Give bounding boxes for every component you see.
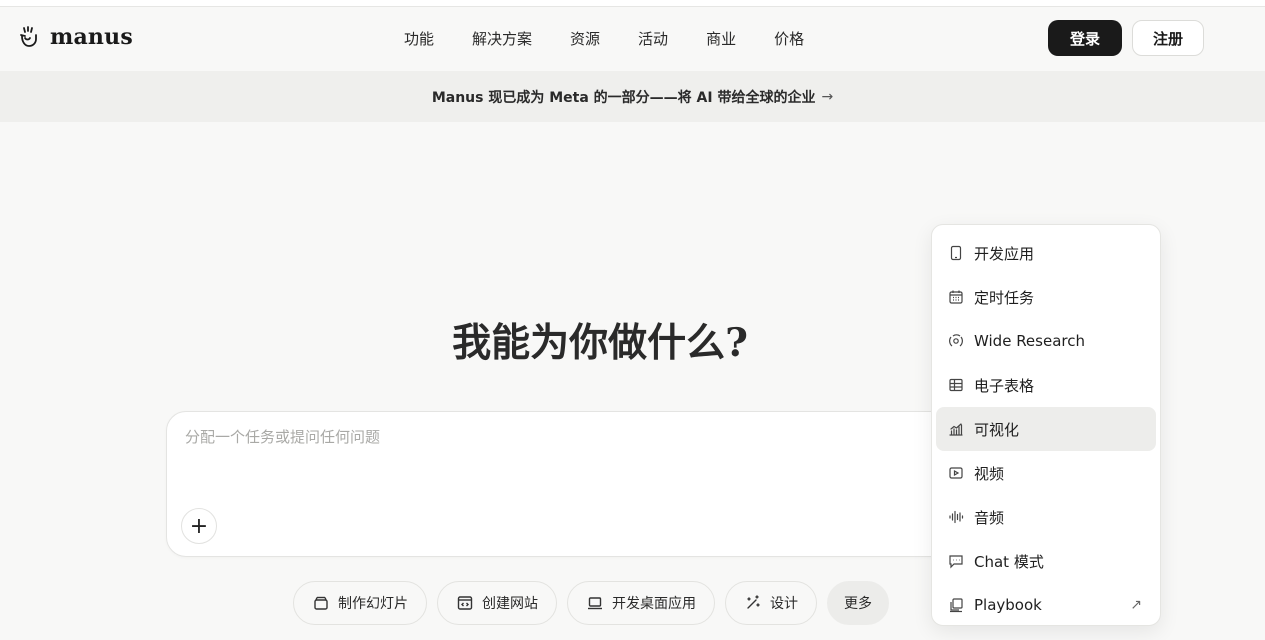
menu-item-label: 定时任务: [974, 288, 1035, 307]
brand-name: manus: [50, 24, 133, 50]
register-button[interactable]: 注册: [1132, 20, 1204, 56]
menu-item-video[interactable]: 视频: [936, 451, 1156, 495]
menu-item-label: 可视化: [974, 420, 1020, 439]
chip-label: 更多: [844, 596, 872, 612]
menu-item-label: 音频: [974, 508, 1005, 527]
menu-item-playbook[interactable]: Playbook ↗: [936, 583, 1156, 627]
browser-top-edge: [0, 0, 1265, 7]
nav-item-pricing[interactable]: 价格: [774, 29, 804, 49]
slides-icon: [312, 594, 330, 612]
playbook-icon: [948, 597, 964, 613]
menu-item-label: Playbook: [974, 596, 1042, 614]
menu-item-scheduled-tasks[interactable]: 定时任务: [936, 275, 1156, 319]
nav-item-business[interactable]: 商业: [706, 29, 736, 49]
brand-logo[interactable]: manus: [16, 25, 133, 49]
task-composer: +: [166, 411, 1026, 557]
plus-icon: +: [189, 513, 209, 539]
chip-more[interactable]: 更多: [827, 581, 889, 625]
chip-create-website[interactable]: 创建网站: [437, 581, 557, 625]
chip-label: 制作幻灯片: [338, 596, 408, 612]
banner-text: Manus 现已成为 Meta 的一部分——将 AI 带给全球的企业: [431, 89, 816, 106]
wide-research-icon: [948, 333, 964, 349]
menu-item-label: Wide Research: [974, 332, 1085, 350]
arrow-right-icon: →: [821, 88, 834, 105]
chip-label: 设计: [770, 596, 798, 612]
chip-label: 创建网站: [482, 596, 538, 612]
chip-design[interactable]: 设计: [725, 581, 817, 625]
external-link-icon: ↗: [1130, 597, 1142, 613]
phone-icon: [948, 245, 964, 261]
nav-item-solutions[interactable]: 解决方案: [472, 29, 532, 49]
menu-item-visualization[interactable]: 可视化: [936, 407, 1156, 451]
menu-item-label: 视频: [974, 464, 1005, 483]
audio-wave-icon: [948, 509, 964, 525]
chart-icon: [948, 421, 964, 437]
chip-make-slides[interactable]: 制作幻灯片: [293, 581, 427, 625]
menu-item-label: Chat 模式: [974, 552, 1044, 571]
calendar-icon: [948, 289, 964, 305]
website-icon: [456, 594, 474, 612]
announcement-banner[interactable]: Manus 现已成为 Meta 的一部分——将 AI 带给全球的企业 →: [0, 71, 1265, 122]
chip-label: 开发桌面应用: [612, 596, 696, 612]
menu-item-develop-app[interactable]: 开发应用: [936, 231, 1156, 275]
more-menu: 开发应用 定时任务 Wide Research 电子表格 可视化 视频 音频 C…: [931, 224, 1161, 626]
menu-item-audio[interactable]: 音频: [936, 495, 1156, 539]
menu-item-label: 电子表格: [974, 376, 1035, 395]
menu-item-spreadsheet[interactable]: 电子表格: [936, 363, 1156, 407]
main-nav: 功能 解决方案 资源 活动 商业 价格: [404, 29, 804, 49]
manus-hand-icon: [16, 25, 40, 49]
add-attachment-button[interactable]: +: [181, 508, 217, 544]
menu-item-chat-mode[interactable]: Chat 模式: [936, 539, 1156, 583]
video-icon: [948, 465, 964, 481]
spreadsheet-icon: [948, 377, 964, 393]
menu-item-label: 开发应用: [974, 244, 1035, 263]
nav-item-features[interactable]: 功能: [404, 29, 434, 49]
login-button[interactable]: 登录: [1048, 20, 1122, 56]
nav-item-events[interactable]: 活动: [638, 29, 668, 49]
chat-icon: [948, 553, 964, 569]
quick-actions: 制作幻灯片 创建网站 开发桌面应用 设计 更多: [293, 581, 889, 625]
task-input[interactable]: [185, 428, 925, 446]
laptop-icon: [586, 594, 604, 612]
design-wand-icon: [744, 594, 762, 612]
nav-item-resources[interactable]: 资源: [570, 29, 600, 49]
menu-item-wide-research[interactable]: Wide Research: [936, 319, 1156, 363]
site-header: manus 功能 解决方案 资源 活动 商业 价格 登录 注册: [0, 7, 1265, 71]
chip-desktop-app[interactable]: 开发桌面应用: [567, 581, 715, 625]
